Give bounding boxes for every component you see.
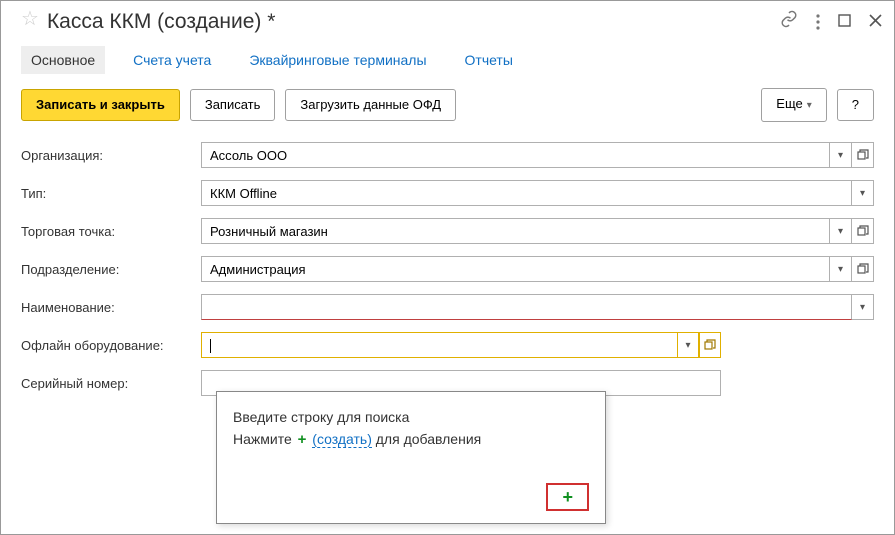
help-button[interactable]: ? (837, 89, 874, 121)
window: ☆ Касса ККМ (создание) * Основное Счета … (0, 0, 895, 535)
label-organization: Организация: (21, 148, 201, 163)
organization-open-icon[interactable] (852, 142, 874, 168)
store-field[interactable] (201, 218, 830, 244)
label-name: Наименование: (21, 300, 201, 315)
tab-accounts[interactable]: Счета учета (123, 46, 221, 74)
row-store: Торговая точка: ▾ (21, 212, 874, 250)
row-type: Тип: ▾ (21, 174, 874, 212)
department-field[interactable] (201, 256, 830, 282)
name-dropdown-icon[interactable]: ▾ (852, 294, 874, 320)
maximize-icon[interactable] (838, 14, 851, 30)
dropdown-press-text: Нажмите (233, 431, 292, 447)
text-cursor (210, 339, 211, 353)
label-store: Торговая точка: (21, 224, 201, 239)
row-department: Подразделение: ▾ (21, 250, 874, 288)
dropdown-for-add-text: для добавления (376, 431, 481, 447)
window-controls (780, 10, 882, 33)
more-button-label: Еще (776, 96, 802, 111)
save-and-close-button[interactable]: Записать и закрыть (21, 89, 180, 121)
more-button[interactable]: Еще ▾ (761, 88, 826, 122)
chevron-down-icon: ▾ (807, 100, 812, 111)
tab-main[interactable]: Основное (21, 46, 105, 74)
window-title: Касса ККМ (создание) * (47, 10, 772, 34)
save-button[interactable]: Записать (190, 89, 276, 121)
label-type: Тип: (21, 186, 201, 201)
add-new-button[interactable]: + (546, 483, 589, 511)
label-department: Подразделение: (21, 262, 201, 277)
type-field[interactable] (201, 180, 852, 206)
store-open-icon[interactable] (852, 218, 874, 244)
department-open-icon[interactable] (852, 256, 874, 282)
favorite-star-icon[interactable]: ☆ (21, 6, 39, 31)
dropdown-create-hint: Нажмите + (создать) для добавления (233, 428, 589, 451)
tab-terminals[interactable]: Эквайринговые терминалы (239, 46, 436, 74)
type-dropdown-icon[interactable]: ▾ (852, 180, 874, 206)
kebab-menu-icon[interactable] (816, 14, 820, 30)
label-serial: Серийный номер: (21, 376, 201, 391)
close-icon[interactable] (869, 14, 882, 30)
store-dropdown-icon[interactable]: ▾ (830, 218, 852, 244)
name-field[interactable] (201, 294, 852, 320)
dropdown-search-hint: Введите строку для поиска (233, 406, 589, 428)
link-icon[interactable] (780, 10, 798, 33)
form-area: Организация: ▾ Тип: ▾ Торговая точка: ▾ (1, 136, 894, 402)
organization-dropdown-icon[interactable]: ▾ (830, 142, 852, 168)
titlebar: ☆ Касса ККМ (создание) * (1, 1, 894, 42)
plus-icon: + (562, 487, 573, 507)
toolbar: Записать и закрыть Записать Загрузить да… (1, 84, 894, 136)
row-organization: Организация: ▾ (21, 136, 874, 174)
load-ofd-button[interactable]: Загрузить данные ОФД (285, 89, 456, 121)
offline-equipment-field[interactable] (201, 332, 677, 358)
label-offline-equipment: Офлайн оборудование: (21, 338, 201, 353)
offline-equipment-open-icon[interactable] (699, 332, 721, 358)
offline-equipment-dropdown: Введите строку для поиска Нажмите + (соз… (216, 391, 606, 524)
plus-icon: + (298, 431, 307, 448)
row-offline-equipment: Офлайн оборудование: ▾ (21, 326, 874, 364)
organization-field[interactable] (201, 142, 830, 168)
row-name: Наименование: ▾ (21, 288, 874, 326)
tab-reports[interactable]: Отчеты (455, 46, 523, 74)
offline-equipment-dropdown-icon[interactable]: ▾ (677, 332, 699, 358)
section-tabs: Основное Счета учета Эквайринговые терми… (1, 42, 894, 84)
department-dropdown-icon[interactable]: ▾ (830, 256, 852, 282)
create-link[interactable]: (создать) (312, 431, 372, 448)
